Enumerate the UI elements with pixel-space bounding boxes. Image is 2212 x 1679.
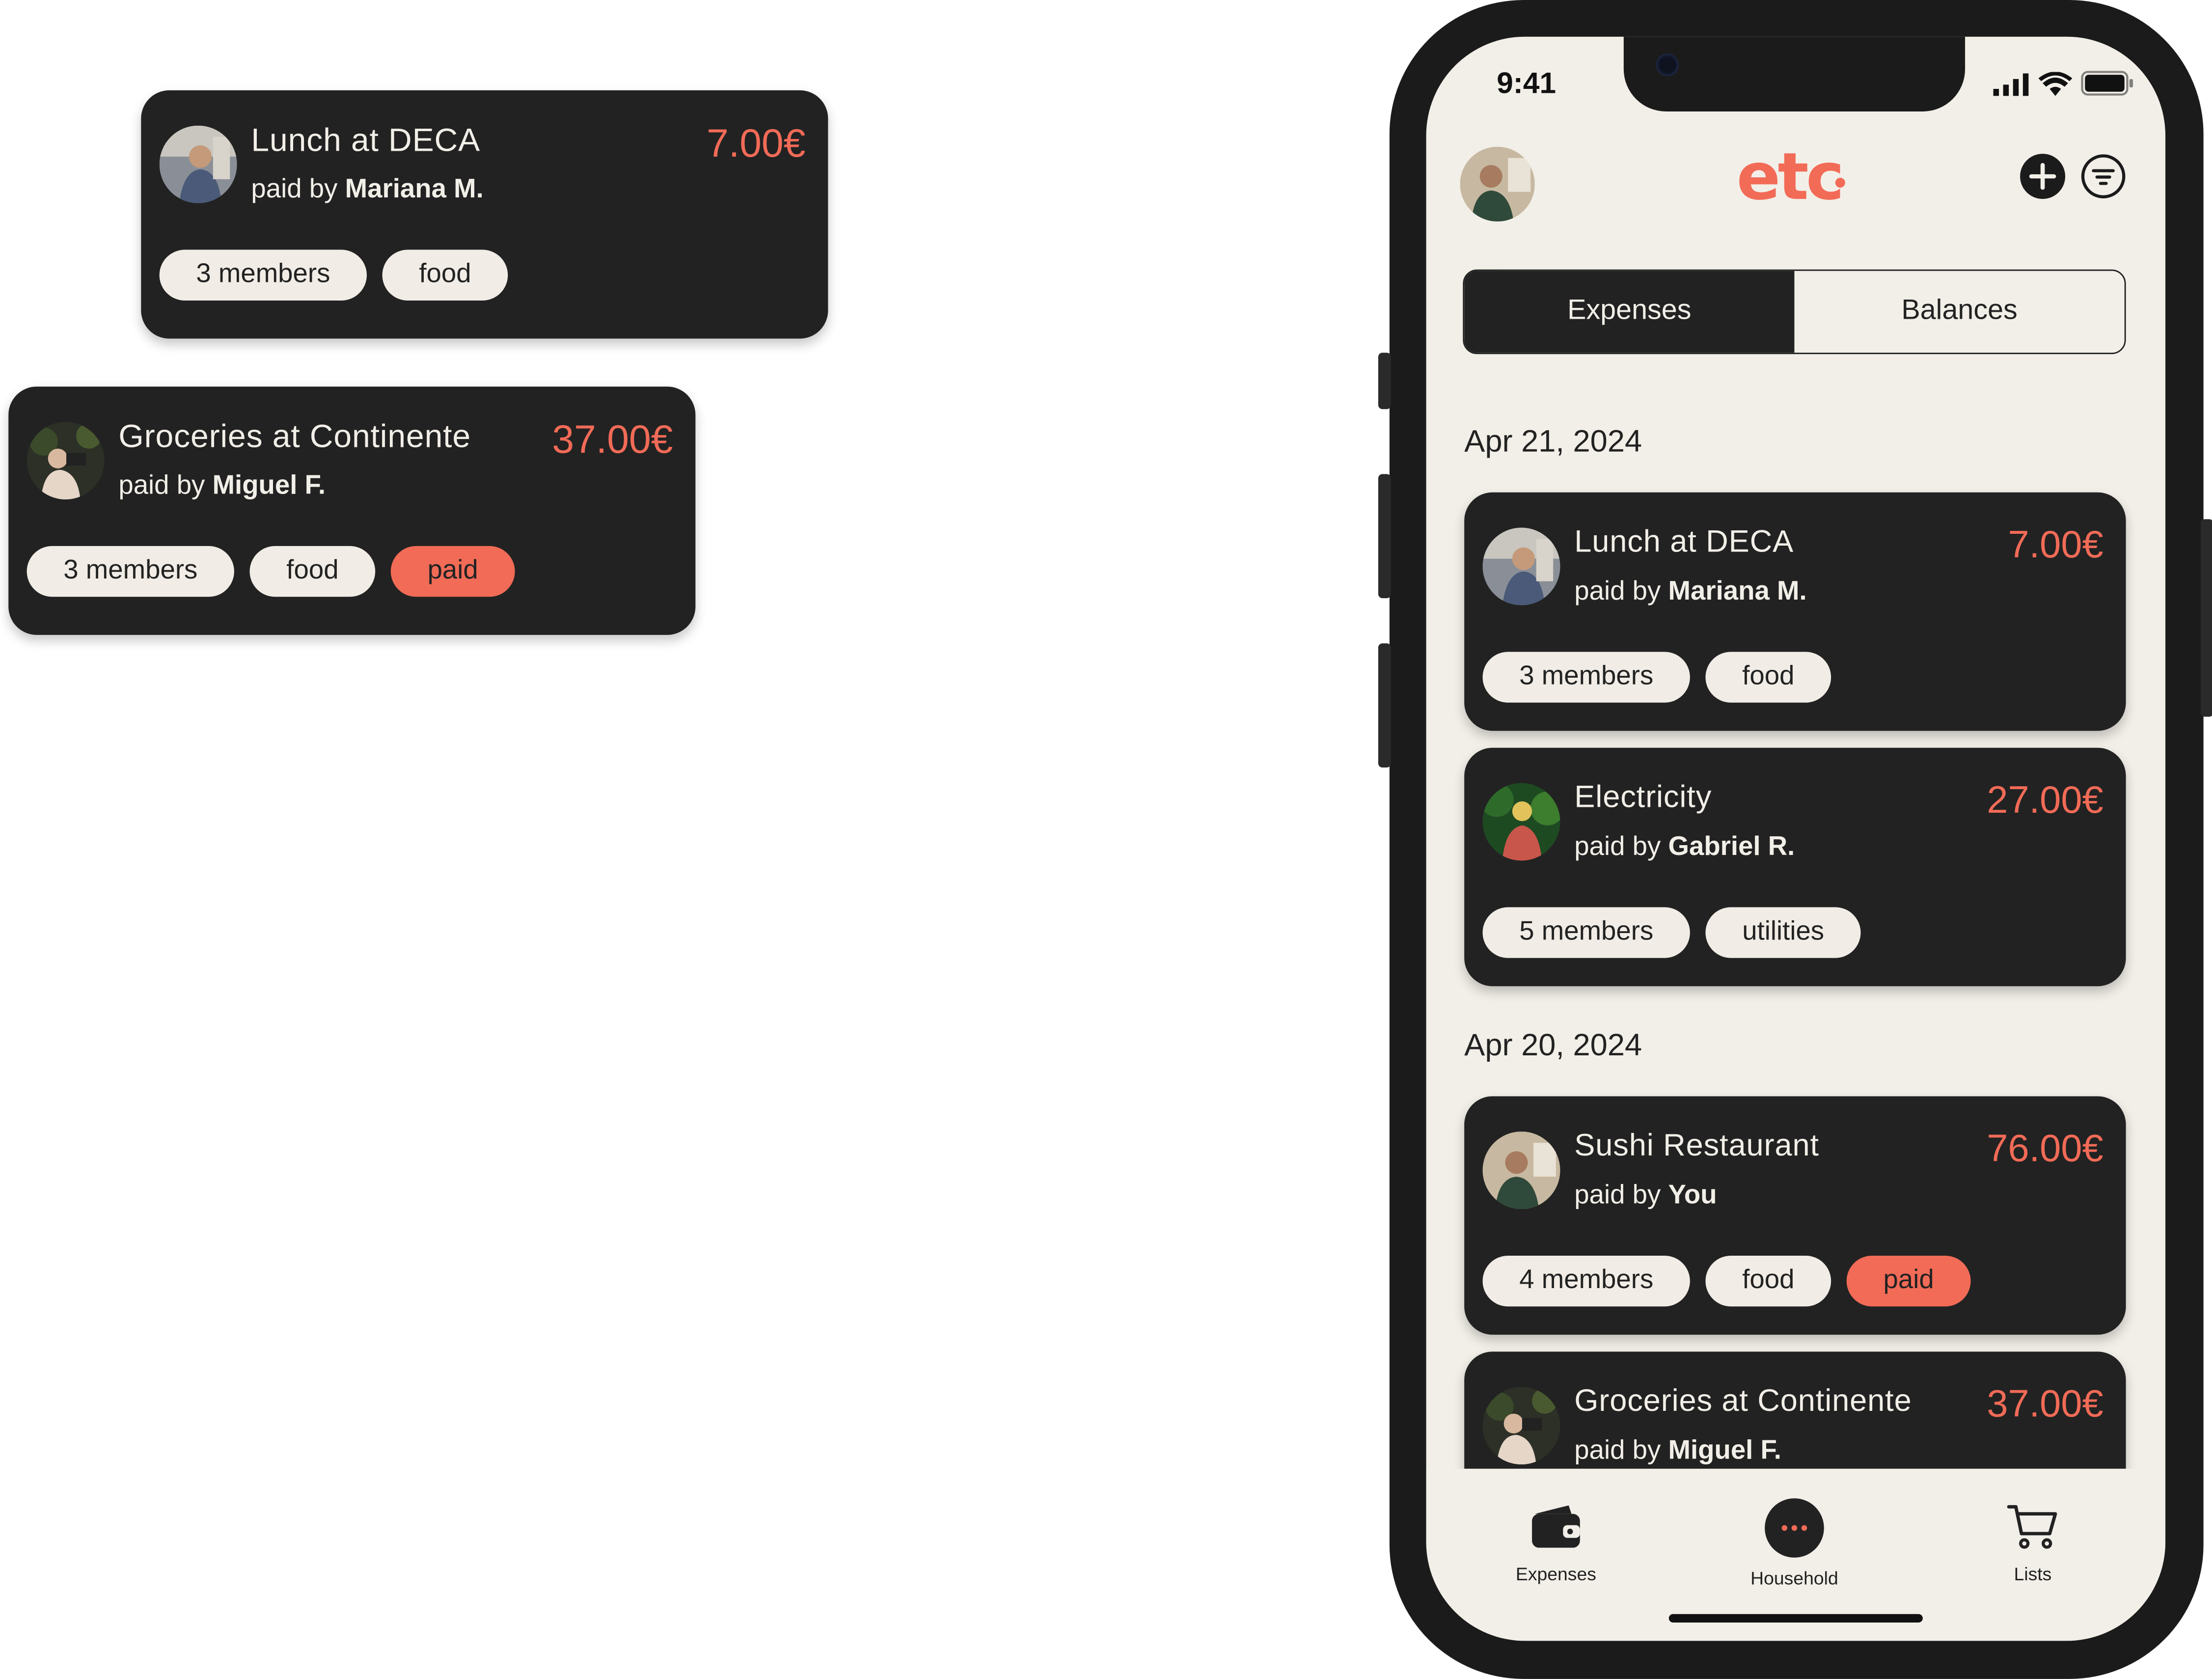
profile-avatar[interactable] [1460, 146, 1535, 222]
tag-row: 3 members food paid [27, 546, 515, 597]
payer-line: paid by Gabriel R. [1574, 832, 1795, 863]
plus-icon [2029, 163, 2056, 190]
home-indicator [1668, 1614, 1923, 1623]
expense-amount: 27.00€ [1987, 778, 2103, 822]
notch [1623, 36, 1966, 111]
tab-balances[interactable]: Balances [1794, 271, 2124, 353]
members-tag[interactable]: 3 members [1482, 652, 1690, 703]
payer-line: paid by Mariana M. [1574, 577, 1806, 608]
expense-card-lunch[interactable]: Lunch at DECA paid by Mariana M. 7.00€ 3… [1464, 492, 2126, 731]
date-header: Apr 20, 2024 [1464, 1027, 1642, 1063]
paid-tag[interactable]: paid [1846, 1255, 1971, 1307]
members-tag[interactable]: 3 members [159, 249, 367, 301]
payer-prefix: paid by [251, 175, 338, 205]
status-time: 9:41 [1497, 67, 1557, 100]
payer-prefix: paid by [1574, 832, 1661, 862]
tab-switcher: Expenses Balances [1463, 269, 2126, 355]
app-screen: 9:41 etc Expenses Balances Apr 21, 2024 [1426, 36, 2166, 1641]
avatar [27, 422, 105, 500]
expense-amount: 7.00€ [707, 121, 806, 165]
payer-prefix: paid by [1574, 1181, 1661, 1211]
expense-amount: 7.00€ [2008, 523, 2103, 566]
tag-row: 3 members food [159, 249, 508, 301]
filter-icon [2081, 154, 2126, 198]
nav-label: Lists [2014, 1563, 2052, 1585]
payer-name: Miguel F. [1668, 1436, 1782, 1466]
logo-dot [1835, 177, 1845, 188]
payer-line: paid by Mariana M. [251, 175, 483, 206]
more-icon [1765, 1498, 1824, 1558]
nav-lists[interactable]: Lists [1948, 1503, 2118, 1585]
avatar [1482, 1131, 1560, 1210]
paid-tag[interactable]: paid [390, 546, 515, 597]
tag-row: 3 members food [1482, 652, 1831, 703]
payer-prefix: paid by [1574, 577, 1661, 607]
cart-icon [2007, 1505, 2057, 1549]
expense-title: Lunch at DECA [251, 121, 481, 158]
wifi-icon [2038, 72, 2073, 96]
category-tag[interactable]: food [1705, 1255, 1831, 1307]
nav-label: Expenses [1515, 1563, 1596, 1585]
power-button [2200, 519, 2212, 717]
expense-card-sushi[interactable]: Sushi Restaurant paid by You 76.00€ 4 me… [1464, 1096, 2126, 1335]
nav-expenses[interactable]: Expenses [1472, 1503, 1641, 1585]
avatar [1482, 1387, 1560, 1465]
expense-amount: 37.00€ [552, 417, 673, 462]
category-tag[interactable]: food [249, 546, 376, 597]
signal-icon [1993, 73, 2029, 96]
floating-expense-card-groceries[interactable]: Groceries at Continente paid by Miguel F… [8, 386, 696, 635]
payer-name: Mariana M. [345, 175, 484, 205]
members-tag[interactable]: 4 members [1482, 1255, 1690, 1307]
wallet-icon [1532, 1505, 1580, 1548]
floating-expense-card-lunch[interactable]: Lunch at DECA paid by Mariana M. 7.00€ 3… [141, 90, 828, 339]
expense-title: Lunch at DECA [1574, 523, 1794, 559]
app-logo: etc [1736, 138, 1845, 215]
battery-icon [2081, 71, 2133, 96]
expense-amount: 37.00€ [1987, 1382, 2103, 1425]
nav-household[interactable]: Household [1710, 1497, 1879, 1589]
payer-name: Miguel F. [212, 471, 326, 501]
avatar [1482, 783, 1560, 861]
status-icons [1993, 71, 2134, 96]
payer-prefix: paid by [118, 471, 205, 501]
date-header: Apr 21, 2024 [1464, 423, 1642, 459]
tag-row: 4 members food paid [1482, 1255, 1971, 1307]
add-expense-button[interactable] [2020, 154, 2066, 199]
payer-line: paid by Miguel F. [118, 471, 326, 502]
members-tag[interactable]: 5 members [1482, 907, 1690, 958]
category-tag[interactable]: utilities [1705, 907, 1861, 958]
expense-card-electricity[interactable]: Electricity paid by Gabriel R. 27.00€ 5 … [1464, 747, 2126, 987]
payer-name: Gabriel R. [1668, 832, 1795, 862]
volume-up-button [1378, 474, 1391, 599]
expense-title: Sushi Restaurant [1574, 1127, 1819, 1163]
payer-prefix: paid by [1574, 1436, 1661, 1466]
tab-expenses[interactable]: Expenses [1464, 271, 1795, 353]
tag-row: 5 members utilities [1482, 907, 1861, 958]
expense-title: Groceries at Continente [1574, 1382, 1912, 1418]
payer-name: Mariana M. [1668, 577, 1807, 607]
payer-line: paid by You [1574, 1181, 1717, 1212]
avatar [159, 125, 237, 203]
payer-name: You [1668, 1181, 1717, 1211]
filter-button[interactable] [2081, 154, 2126, 199]
expense-title: Electricity [1574, 778, 1712, 814]
members-tag[interactable]: 3 members [27, 546, 235, 597]
volume-down-button [1378, 643, 1391, 768]
nav-label: Household [1750, 1567, 1838, 1589]
payer-line: paid by Miguel F. [1574, 1436, 1781, 1467]
expense-amount: 76.00€ [1987, 1127, 2103, 1170]
expense-title: Groceries at Continente [118, 417, 471, 455]
category-tag[interactable]: food [382, 249, 508, 301]
avatar [1482, 527, 1560, 606]
camera-icon [1656, 54, 1679, 77]
category-tag[interactable]: food [1705, 652, 1831, 703]
mute-switch [1378, 353, 1391, 410]
